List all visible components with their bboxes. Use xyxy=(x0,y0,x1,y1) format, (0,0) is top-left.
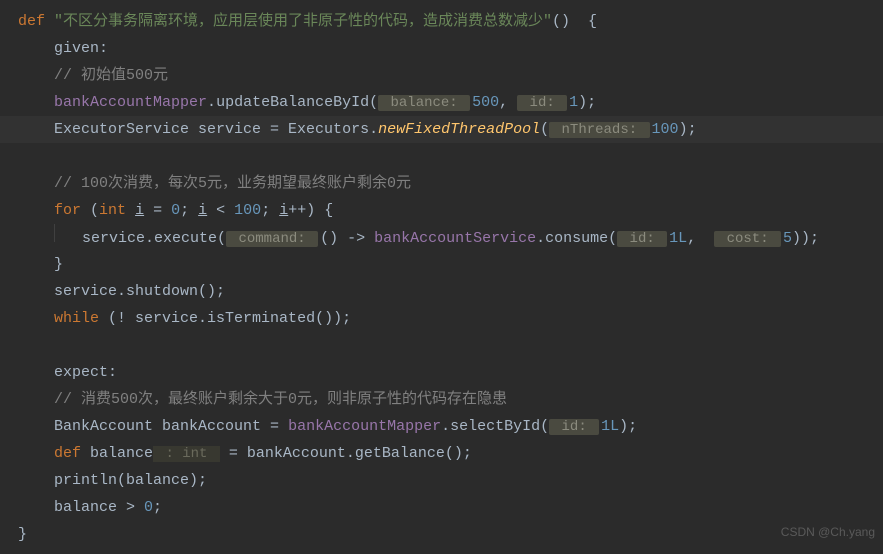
keyword-while: while xyxy=(54,310,99,327)
number: 0 xyxy=(171,202,180,219)
code-editor[interactable]: def "不区分事务隔离环境，应用层使用了非原子性的代码，造成消费总数减少"()… xyxy=(0,0,883,548)
param-hint: command: xyxy=(226,231,318,247)
code-line: def "不区分事务隔离环境，应用层使用了非原子性的代码，造成消费总数减少"()… xyxy=(18,8,883,35)
code-line: } xyxy=(18,251,883,278)
comment: // 100次消费，每次5元，业务期望最终账户剩余0元 xyxy=(54,175,411,192)
param-hint: nThreads: xyxy=(549,122,649,138)
code-line: expect: xyxy=(18,359,883,386)
code-line-blank xyxy=(18,332,883,359)
field: bankAccountMapper xyxy=(54,94,207,111)
type-hint: : int xyxy=(153,446,220,462)
code-line: given: xyxy=(18,35,883,62)
code-line: def balance : int = bankAccount.getBalan… xyxy=(18,440,883,467)
number: 1 xyxy=(569,94,578,111)
code-line: // 消费500次，最终账户剩余大于0元，则非原子性的代码存在隐患 xyxy=(18,386,883,413)
code-line: service.shutdown(); xyxy=(18,278,883,305)
code-line-blank xyxy=(18,143,883,170)
field: bankAccountService xyxy=(374,230,536,247)
keyword-def: def xyxy=(54,445,81,462)
number: 500 xyxy=(472,94,499,111)
label: given: xyxy=(54,40,108,57)
code-line-current: ExecutorService service = Executors.newF… xyxy=(0,116,883,143)
number: 100 xyxy=(652,121,679,138)
code-line: balance > 0; xyxy=(18,494,883,521)
code-line: bankAccountMapper.updateBalanceById( bal… xyxy=(18,89,883,116)
keyword-def: def xyxy=(18,13,45,30)
static-method: newFixedThreadPool xyxy=(378,121,540,138)
string-literal: "不区分事务隔离环境，应用层使用了非原子性的代码，造成消费总数减少" xyxy=(54,13,552,30)
param-hint: id: xyxy=(517,95,567,111)
keyword-int: int xyxy=(99,202,126,219)
number: 5 xyxy=(783,230,792,247)
code-line: for (int i = 0; i < 100; i++) { xyxy=(18,197,883,224)
comment: // 初始值500元 xyxy=(54,67,168,84)
code-line: BankAccount bankAccount = bankAccountMap… xyxy=(18,413,883,440)
code-line: // 初始值500元 xyxy=(18,62,883,89)
number: 100 xyxy=(234,202,261,219)
number: 1L xyxy=(669,230,687,247)
code-line: } xyxy=(18,521,883,548)
variable: i xyxy=(135,202,144,219)
code-line: println(balance); xyxy=(18,467,883,494)
param-hint: balance: xyxy=(378,95,470,111)
param-hint: cost: xyxy=(714,231,781,247)
code-line: service.execute( command: () -> bankAcco… xyxy=(18,224,883,251)
code-line: while (! service.isTerminated()); xyxy=(18,305,883,332)
param-hint: id: xyxy=(617,231,667,247)
field: bankAccountMapper xyxy=(288,418,441,435)
number: 1L xyxy=(601,418,619,435)
keyword-for: for xyxy=(54,202,81,219)
number: 0 xyxy=(144,499,153,516)
code-line: // 100次消费，每次5元，业务期望最终账户剩余0元 xyxy=(18,170,883,197)
variable: i xyxy=(279,202,288,219)
label: expect: xyxy=(54,364,117,381)
param-hint: id: xyxy=(549,419,599,435)
variable: i xyxy=(198,202,207,219)
comment: // 消费500次，最终账户剩余大于0元，则非原子性的代码存在隐患 xyxy=(54,391,507,408)
watermark: CSDN @Ch.yang xyxy=(781,519,875,546)
